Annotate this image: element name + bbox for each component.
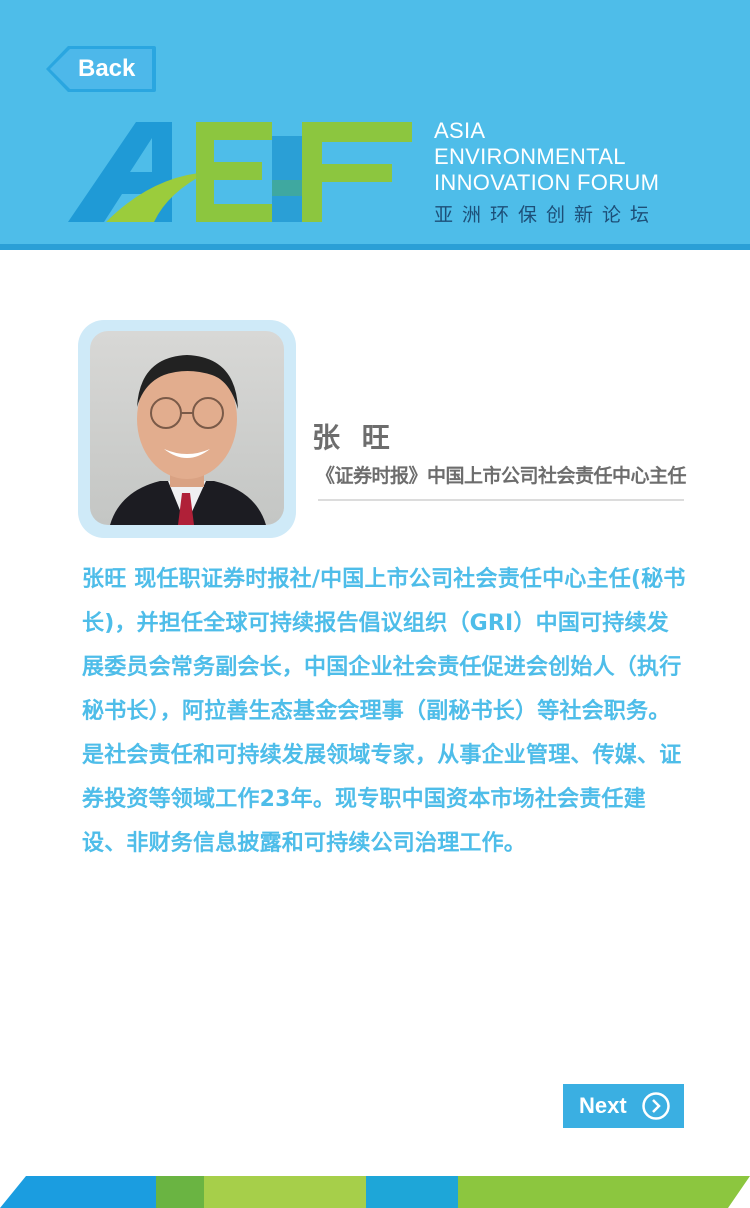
header-divider xyxy=(0,244,750,250)
speaker-photo xyxy=(90,331,284,525)
next-button[interactable]: Next xyxy=(563,1084,684,1128)
speaker-bio: 张旺 现任职证券时报社/中国上市公司社会责任中心主任(秘书长)，并担任全球可持续… xyxy=(82,567,686,856)
title-divider xyxy=(318,499,684,501)
speaker-photo-frame xyxy=(78,320,296,538)
logo-chinese-name: 亚洲环保创新论坛 xyxy=(434,204,659,226)
back-button[interactable]: Back xyxy=(46,44,158,94)
next-label: Next xyxy=(579,1093,627,1118)
logo-line-innovation-forum: INNOVATION FORUM xyxy=(434,170,660,195)
speaker-title: 《证券时报》中国上市公司社会责任中心主任 xyxy=(316,465,687,487)
logo-wordmark: ASIA ENVIRONMENTAL INNOVATION FORUM xyxy=(434,118,659,196)
logo-line-asia: ASIA xyxy=(434,118,486,143)
footer-color-bar xyxy=(0,1176,750,1208)
chevron-right-circle-icon xyxy=(642,1092,670,1120)
back-label: Back xyxy=(78,55,136,82)
aeif-logo-icon xyxy=(68,122,412,222)
logo-line-environmental: ENVIRONMENTAL xyxy=(434,144,626,169)
speaker-name: 张 旺 xyxy=(312,421,396,454)
